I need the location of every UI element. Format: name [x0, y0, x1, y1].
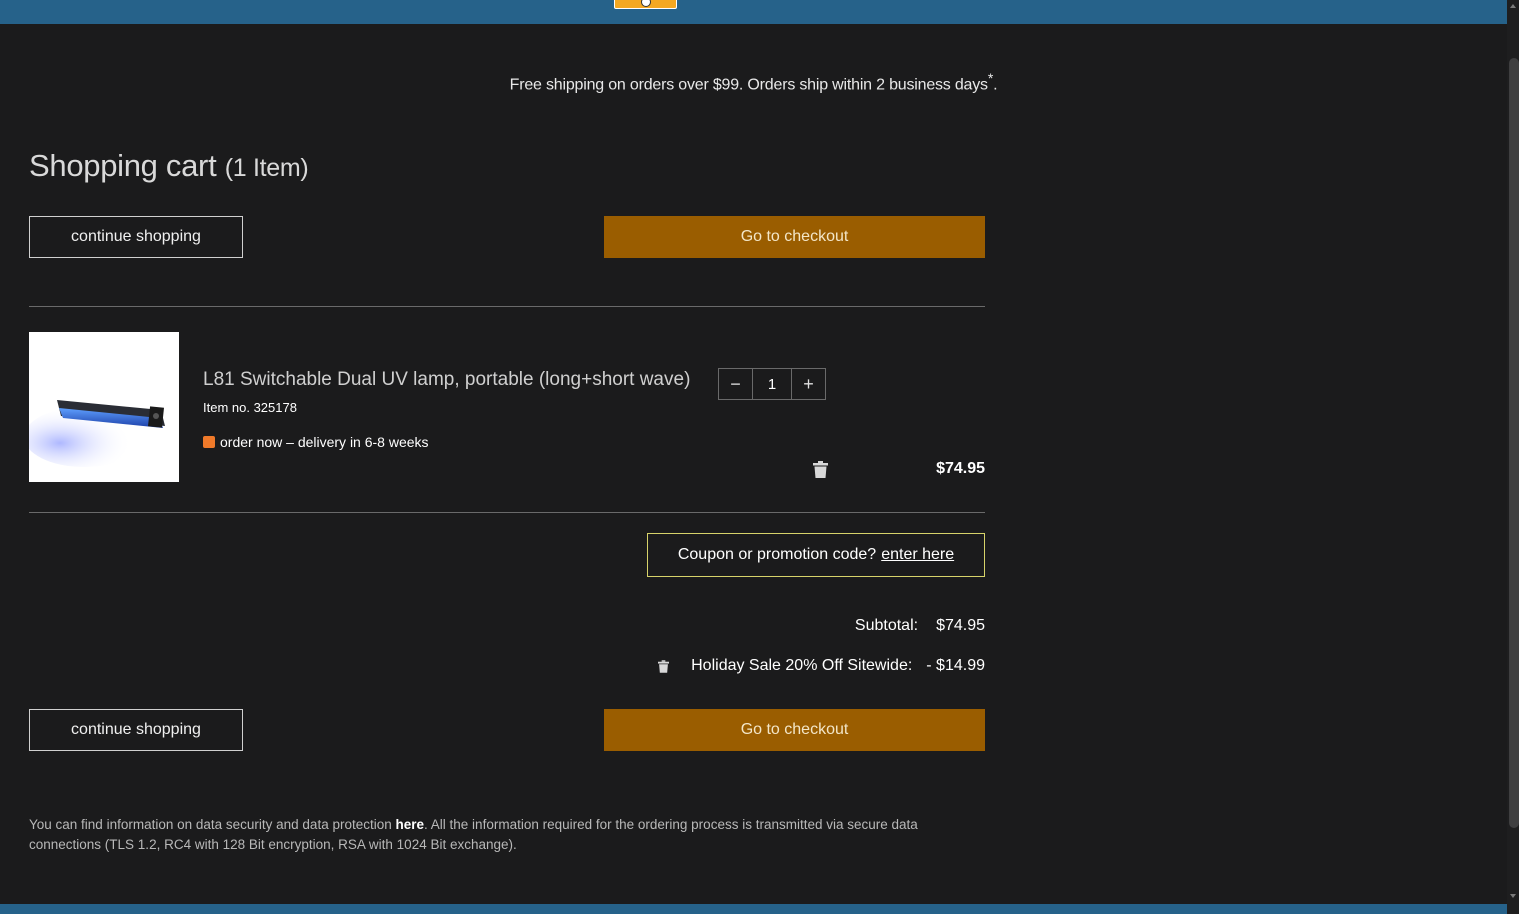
scroll-down-arrow-icon[interactable]: [1507, 890, 1519, 902]
quantity-input[interactable]: 1: [753, 368, 791, 400]
availability-status: order now – delivery in 6-8 weeks: [203, 434, 429, 450]
discount-row: Holiday Sale 20% Off Sitewide: - $14.99: [560, 657, 985, 675]
security-notice: You can find information on data securit…: [29, 817, 918, 852]
data-protection-link[interactable]: here: [396, 817, 425, 832]
availability-indicator-icon: [203, 436, 215, 448]
discount-label: Holiday Sale 20% Off Sitewide:: [691, 657, 913, 674]
checkout-button[interactable]: Go to checkout: [604, 709, 985, 751]
top-bar: [0, 0, 1507, 24]
item-number: Item no. 325178: [203, 400, 297, 415]
subtotal-value: $74.95: [936, 617, 985, 634]
lifebuoy-icon: [641, 0, 651, 7]
cart-item-count: (1 Item): [224, 154, 309, 182]
product-name-link[interactable]: L81 Switchable Dual UV lamp, portable (l…: [203, 369, 690, 391]
continue-shopping-button[interactable]: continue shopping: [29, 709, 243, 751]
enter-coupon-link[interactable]: enter here: [881, 546, 954, 564]
discount-value: - $14.99: [926, 657, 985, 674]
coupon-prompt: Coupon or promotion code?: [677, 546, 877, 563]
remove-discount-icon[interactable]: [658, 659, 670, 673]
quantity-stepper[interactable]: − 1 +: [718, 368, 826, 400]
shipping-notice: Free shipping on orders over $99. Orders…: [509, 70, 998, 94]
subtotal-label: Subtotal:: [854, 617, 919, 634]
divider: [29, 512, 985, 513]
decrease-quantity-button[interactable]: −: [718, 368, 753, 400]
continue-shopping-button[interactable]: continue shopping: [29, 216, 243, 258]
scrollbar-thumb[interactable]: [1509, 58, 1519, 828]
line-item-price: $74.95: [936, 460, 985, 477]
checkout-button[interactable]: Go to checkout: [604, 216, 985, 258]
page-title: Shopping cart (1 Item): [29, 148, 309, 183]
coupon-box[interactable]: Coupon or promotion code? enter here: [647, 533, 985, 577]
scroll-up-arrow-icon[interactable]: [1507, 0, 1519, 12]
divider: [29, 306, 985, 307]
trash-icon[interactable]: [813, 461, 828, 478]
feedback-tab[interactable]: [614, 0, 677, 9]
increase-quantity-button[interactable]: +: [791, 368, 826, 400]
subtotal-row: Subtotal: $74.95: [600, 617, 985, 635]
bottom-bar: [0, 904, 1507, 914]
product-image[interactable]: [29, 332, 179, 482]
